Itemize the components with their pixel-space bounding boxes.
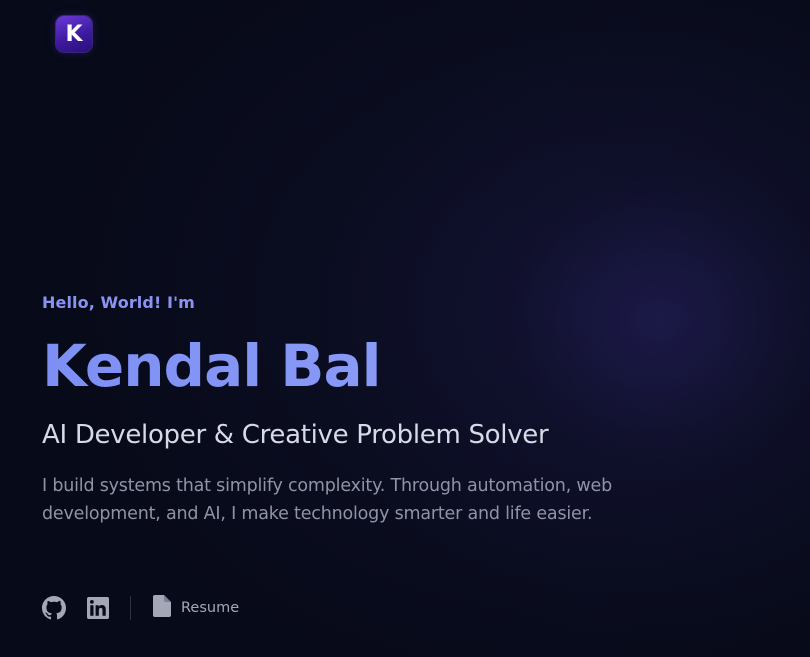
hero-tagline: AI Developer & Creative Problem Solver — [42, 420, 549, 450]
linkedin-link[interactable] — [86, 596, 110, 620]
logo-letter: K — [65, 21, 83, 47]
resume-label: Resume — [181, 600, 240, 616]
linkedin-icon — [87, 597, 109, 619]
links-divider — [130, 596, 131, 620]
resume-link[interactable]: Resume — [153, 595, 239, 621]
home-logo-button[interactable]: K — [56, 16, 92, 52]
document-icon — [153, 595, 171, 621]
greeting-text: Hello, World! I'm — [42, 293, 195, 312]
hero-bio: I build systems that simplify complexity… — [42, 476, 613, 524]
github-link[interactable] — [42, 596, 66, 620]
hero-name: Kendal Bal — [42, 334, 682, 398]
social-links: Resume — [42, 595, 239, 621]
hero-section: Hello, World! I'm Kendal Bal AI Develope… — [42, 292, 682, 528]
github-icon — [42, 596, 66, 620]
